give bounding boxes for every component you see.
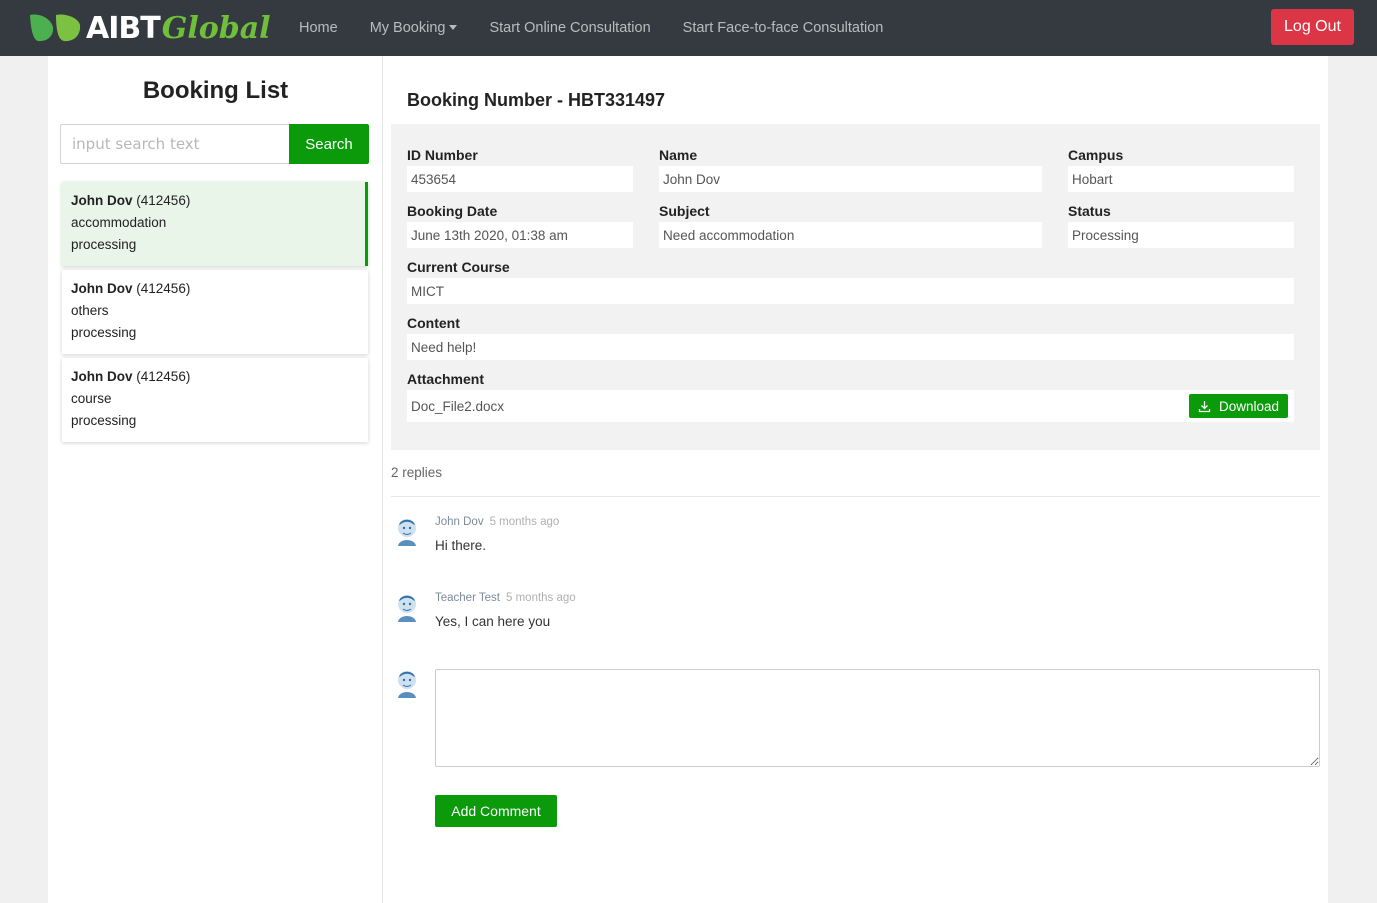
booking-item-subject: accommodation <box>71 215 167 230</box>
comment-text: Hi there. <box>435 538 487 553</box>
top-navbar: AIBT Global Home My Booking Start Online… <box>0 0 1377 56</box>
booking-item-name: John Dov <box>71 193 133 208</box>
comment-time: 5 months ago <box>489 516 560 528</box>
booking-list-item[interactable]: John Dov (412456) others processing <box>62 270 368 354</box>
user-avatar-icon <box>398 519 416 546</box>
booking-item-name: John Dov <box>71 369 133 384</box>
aibt-logo[interactable]: AIBT Global <box>28 8 271 48</box>
booking-item-header: John Dov (412456) <box>71 366 359 388</box>
booking-item-id: (412456) <box>136 193 191 208</box>
subject-value: Need accommodation <box>659 222 1042 248</box>
name-label: Name <box>659 147 698 163</box>
id-number-label: ID Number <box>407 147 478 163</box>
booking-number-heading: Booking Number - HBT331497 <box>407 90 666 110</box>
nav-home[interactable]: Home <box>299 20 338 36</box>
booking-item-header: John Dov (412456) <box>71 278 359 300</box>
comment-author: John Dov 5 months ago <box>435 516 559 528</box>
booking-item-subject: course <box>71 391 112 406</box>
current-course-label: Current Course <box>407 259 510 275</box>
user-avatar-icon <box>398 595 416 622</box>
leaf-logo-icon <box>30 14 81 42</box>
nav-my-booking[interactable]: My Booking <box>370 20 458 36</box>
booking-details-box: ID Number 453654 Name John Dov Campus Ho… <box>391 124 1320 450</box>
attachment-label: Attachment <box>407 371 485 387</box>
brand-main-text: AIBT <box>86 10 161 46</box>
download-button[interactable]: Download <box>1189 394 1288 418</box>
comment-author: Teacher Test 5 months ago <box>435 592 576 604</box>
comment-textarea[interactable] <box>435 669 1320 767</box>
attachment-filename: Doc_File2.docx <box>411 398 505 414</box>
download-icon <box>1198 400 1211 412</box>
nav-start-online-consultation[interactable]: Start Online Consultation <box>489 20 650 36</box>
comment-author-name: John Dov <box>435 516 484 528</box>
booking-list-title: Booking List <box>142 77 289 104</box>
attachment-value: Doc_File2.docx <box>407 390 1294 422</box>
booking-date-value: June 13th 2020, 01:38 am <box>407 222 633 248</box>
booking-detail-panel: Booking Number - HBT331497 ID Number 453… <box>383 56 1328 903</box>
comments-divider <box>391 496 1320 497</box>
add-comment-button[interactable]: Add Comment <box>435 795 557 827</box>
download-label: Download <box>1218 398 1280 414</box>
search-input[interactable] <box>60 124 290 164</box>
comment-text: Yes, I can here you <box>435 614 551 629</box>
booking-list-item[interactable]: John Dov (412456) accommodation processi… <box>62 182 368 266</box>
nav-start-face-to-face-consultation[interactable]: Start Face-to-face Consultation <box>683 20 884 36</box>
status-label: Status <box>1068 203 1111 219</box>
content-label: Content <box>407 315 460 331</box>
nav-my-booking-label: My Booking <box>369 20 446 36</box>
name-value: John Dov <box>659 166 1042 192</box>
booking-item-status: processing <box>71 413 137 428</box>
caret-down-icon <box>449 24 458 30</box>
booking-item-subject: others <box>71 303 109 318</box>
booking-item-id: (412456) <box>136 281 191 296</box>
campus-label: Campus <box>1068 147 1124 163</box>
campus-value: Hobart <box>1068 166 1294 192</box>
booking-item-name: John Dov <box>71 281 133 296</box>
nav-links: Home My Booking Start Online Consultatio… <box>299 0 915 56</box>
status-value: Processing <box>1068 222 1294 248</box>
booking-item-id: (412456) <box>136 369 191 384</box>
booking-list-panel: Booking List Search John Dov (412456) ac… <box>48 56 383 903</box>
brand-accent-text: Global <box>161 10 271 46</box>
subject-label: Subject <box>659 203 710 219</box>
booking-list-item[interactable]: John Dov (412456) course processing <box>62 358 368 442</box>
current-course-value: MICT <box>407 278 1294 304</box>
content-value: Need help! <box>407 334 1294 360</box>
comment-time: 5 months ago <box>506 592 576 604</box>
search-button[interactable]: Search <box>289 124 369 164</box>
booking-item-status: processing <box>71 237 137 252</box>
current-user-avatar-icon <box>398 671 416 698</box>
booking-date-label: Booking Date <box>407 203 498 219</box>
id-number-value: 453654 <box>407 166 633 192</box>
logout-button[interactable]: Log Out <box>1271 9 1354 45</box>
booking-item-status: processing <box>71 325 137 340</box>
comment-author-name: Teacher Test <box>435 592 500 604</box>
replies-count: 2 replies <box>391 465 443 480</box>
booking-item-header: John Dov (412456) <box>71 190 356 212</box>
